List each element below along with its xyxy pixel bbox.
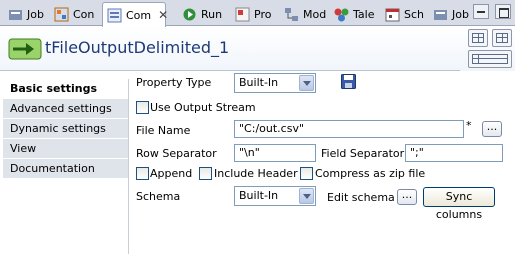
- nav-documentation[interactable]: Documentation: [3, 159, 128, 178]
- chevron-down-icon: [299, 75, 314, 91]
- tab-modules[interactable]: Mod: [280, 3, 330, 26]
- tab-label: Job: [27, 8, 44, 21]
- component-icon: [107, 8, 122, 23]
- append-label: Append: [150, 167, 193, 180]
- tab-label: Con: [73, 8, 95, 21]
- tab-label: Job: [452, 8, 469, 21]
- grid-icon: [496, 33, 508, 43]
- problems-icon: [235, 7, 250, 22]
- tab-label: Tale: [353, 8, 375, 21]
- edit-schema-button[interactable]: ...: [397, 189, 417, 205]
- nav-divider: [128, 79, 129, 254]
- talend-icon: [334, 7, 349, 22]
- row-separator-input[interactable]: "\n": [234, 144, 316, 162]
- nav-basic-settings[interactable]: Basic settings: [3, 79, 128, 98]
- schema-label: Schema: [136, 190, 181, 203]
- tab-label: Pro: [254, 8, 272, 21]
- file-output-icon: [8, 36, 42, 62]
- grid-icon: [472, 33, 484, 43]
- component-title: tFileOutputDelimited_1: [45, 38, 230, 57]
- chevron-down-icon: [299, 188, 314, 204]
- header-divider: [0, 70, 460, 71]
- schema-select[interactable]: Built-In: [234, 186, 316, 206]
- tab-label: Mod: [303, 8, 327, 21]
- include-header-label: Include Header: [214, 167, 298, 180]
- editor-tab-strip: Job Con Com ✕ Run Pro Mod Tale Sch Job: [0, 0, 515, 27]
- compress-zip-label: Compress as zip file: [315, 167, 426, 180]
- required-marker: *: [466, 119, 472, 132]
- tab-talend[interactable]: Tale: [330, 3, 378, 26]
- tab-contexts[interactable]: Con: [50, 3, 98, 26]
- file-name-input[interactable]: "C:/out.csv": [234, 120, 464, 138]
- edit-schema-label: Edit schema: [327, 191, 395, 204]
- append-checkbox[interactable]: [136, 167, 149, 180]
- tab-label: Com: [126, 8, 152, 22]
- maximize-button[interactable]: [495, 4, 511, 19]
- nav-view[interactable]: View: [3, 139, 128, 158]
- contexts-icon: [54, 7, 69, 22]
- compress-zip-checkbox[interactable]: [300, 167, 313, 180]
- save-icon[interactable]: [341, 74, 356, 89]
- sync-columns-button[interactable]: Sync columns: [423, 187, 495, 221]
- include-header-checkbox[interactable]: [199, 167, 212, 180]
- field-separator-input[interactable]: ";": [405, 144, 503, 162]
- tab-job-2[interactable]: Job: [429, 3, 473, 26]
- schema-value: Built-In: [239, 189, 279, 202]
- row-separator-label: Row Separator: [136, 147, 217, 160]
- tab-label: Run: [201, 8, 223, 21]
- field-separator-label: Field Separator: [321, 147, 405, 160]
- settings-nav: Basic settings Advanced settings Dynamic…: [3, 79, 128, 179]
- job-icon: [433, 7, 448, 22]
- file-name-label: File Name: [136, 124, 191, 137]
- scheduler-icon: [385, 7, 400, 22]
- nav-dynamic-settings[interactable]: Dynamic settings: [3, 119, 128, 138]
- use-output-stream-checkbox[interactable]: [136, 101, 149, 114]
- grid-icon: [472, 54, 508, 64]
- tab-component[interactable]: Com ✕: [102, 2, 168, 27]
- tab-scheduler[interactable]: Sch: [381, 3, 428, 26]
- tab-label: Sch: [404, 8, 425, 21]
- minimize-button[interactable]: [473, 4, 489, 19]
- browse-file-button[interactable]: ...: [482, 121, 502, 137]
- layout-view-button-2[interactable]: [492, 29, 512, 47]
- tab-problems[interactable]: Pro: [231, 3, 275, 26]
- tab-run[interactable]: Run: [178, 3, 226, 26]
- run-icon: [182, 7, 197, 22]
- close-icon[interactable]: ✕: [158, 9, 168, 21]
- job-icon: [8, 7, 23, 22]
- property-type-value: Built-In: [239, 76, 279, 89]
- component-header: tFileOutputDelimited_1: [0, 27, 515, 71]
- property-type-select[interactable]: Built-In: [234, 73, 316, 93]
- nav-advanced-settings[interactable]: Advanced settings: [3, 99, 128, 118]
- layout-view-button[interactable]: [468, 29, 488, 47]
- use-output-stream-label: Use Output Stream: [150, 101, 256, 114]
- property-type-label: Property Type: [136, 76, 212, 89]
- layout-view-button-3[interactable]: [468, 50, 512, 68]
- tab-job[interactable]: Job: [4, 3, 48, 26]
- modules-icon: [284, 7, 299, 22]
